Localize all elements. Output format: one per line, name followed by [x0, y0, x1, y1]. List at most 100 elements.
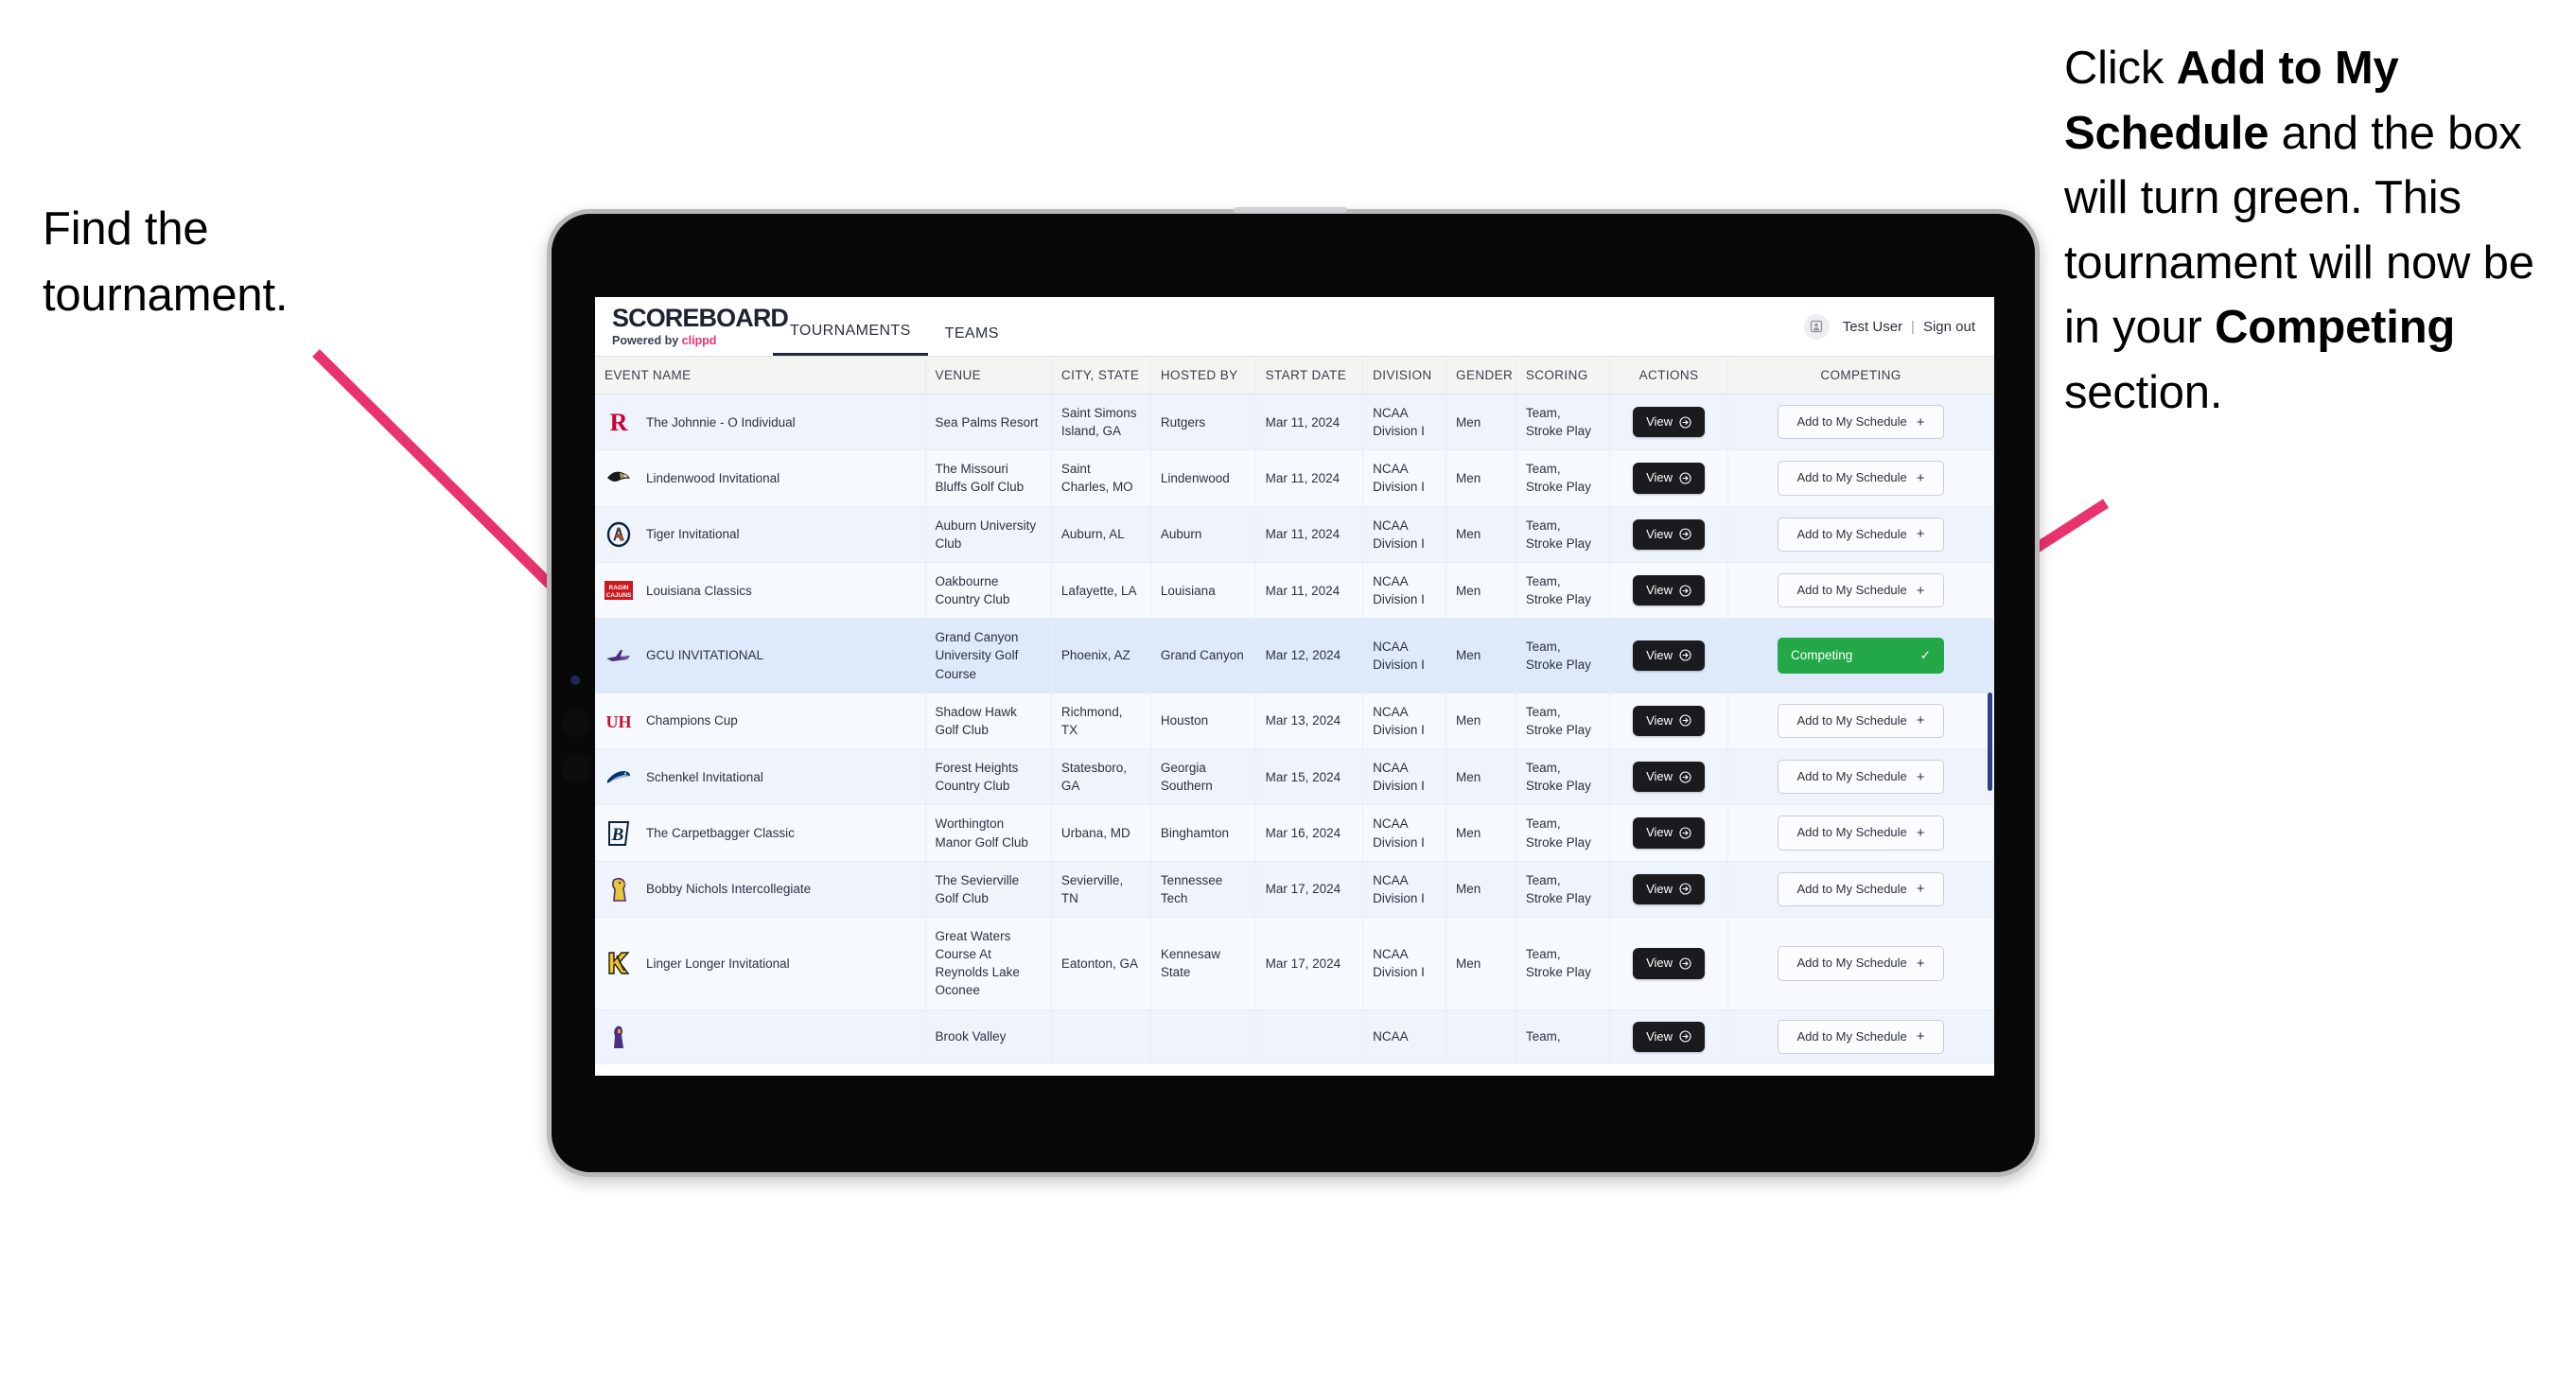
cell-city-state: Richmond, TX: [1051, 693, 1151, 750]
cell-competing: Add to My Schedule +: [1727, 748, 1994, 806]
cell-scoring: Team, Stroke Play: [1516, 449, 1611, 507]
cell-actions: View: [1609, 394, 1728, 451]
competing-badge-button[interactable]: Competing ✓: [1778, 638, 1944, 674]
binghamton-logo-icon: B: [605, 819, 633, 848]
view-button[interactable]: View: [1633, 817, 1706, 849]
louisiana-logo-icon: RAGIN CAJUNS: [605, 576, 633, 605]
view-button[interactable]: View: [1633, 574, 1706, 606]
cell-hosted-by: Grand Canyon: [1150, 618, 1256, 693]
table-row[interactable]: Tiger Invitational Auburn University Club…: [595, 506, 1994, 563]
annotation-right: Click Add to My Schedule and the box wil…: [2064, 36, 2576, 426]
cell-hosted-by: Kennesaw State: [1150, 917, 1256, 1010]
cell-gender: Men: [1446, 861, 1516, 918]
view-button-label: View: [1646, 712, 1674, 728]
brand-powered-prefix: Powered by: [612, 334, 682, 347]
table-row[interactable]: Brook Valley NCAA Team, View Add to My Sched…: [595, 1009, 1994, 1065]
cell-scoring: Team, Stroke Play: [1516, 861, 1611, 918]
col-competing: COMPETING: [1727, 357, 1994, 395]
col-actions: ACTIONS: [1609, 357, 1728, 395]
view-button[interactable]: View: [1633, 640, 1706, 672]
ecu-logo-icon: [605, 1023, 633, 1051]
arrow-right-circle-icon: [1679, 771, 1691, 783]
cell-venue: Shadow Hawk Golf Club: [925, 693, 1052, 750]
competing-label: Competing: [1791, 648, 1853, 663]
view-button[interactable]: View: [1633, 1021, 1706, 1053]
auburn-logo-icon: [605, 520, 633, 549]
event-name-label: The Johnnie - O Individual: [646, 414, 796, 430]
col-division: DIVISION: [1362, 357, 1447, 395]
table-row[interactable]: Bobby Nichols Intercollegiate The Sevierv…: [595, 861, 1994, 918]
sign-out-link[interactable]: Sign out: [1923, 319, 1975, 335]
cell-hosted-by: Tennessee Tech: [1150, 861, 1256, 918]
cell-start-date: Mar 13, 2024: [1255, 693, 1364, 750]
cell-actions: View: [1609, 861, 1728, 918]
cell-actions: View: [1609, 1009, 1728, 1065]
cell-division: NCAA Division I: [1362, 804, 1447, 862]
add-to-my-schedule-button[interactable]: Add to My Schedule +: [1778, 461, 1944, 496]
table-row[interactable]: GCU INVITATIONAL Grand Canyon University …: [595, 618, 1994, 693]
add-to-my-schedule-button[interactable]: Add to My Schedule +: [1778, 816, 1944, 851]
table-row[interactable]: UH Champions Cup Shadow Hawk Golf Club Rich…: [595, 693, 1994, 750]
avatar[interactable]: [1803, 313, 1830, 340]
plus-icon: +: [1916, 881, 1925, 898]
cell-city-state: Lafayette, LA: [1051, 562, 1151, 620]
add-to-my-schedule-button[interactable]: Add to My Schedule +: [1778, 572, 1944, 608]
vertical-scrollbar-thumb[interactable]: [1988, 693, 1992, 791]
tennesseetech-logo-icon: [605, 875, 633, 904]
tablet-top-speaker: [1234, 207, 1348, 213]
view-button[interactable]: View: [1633, 873, 1706, 905]
cell-gender: Men: [1446, 917, 1516, 1010]
cell-division: NCAA Division I: [1362, 618, 1447, 693]
view-button-label: View: [1646, 825, 1674, 840]
view-button[interactable]: View: [1633, 518, 1706, 550]
cell-hosted-by: Louisiana: [1150, 562, 1256, 620]
svg-text:RAGIN: RAGIN: [609, 585, 629, 591]
add-to-my-schedule-label: Add to My Schedule: [1796, 881, 1907, 896]
cell-scoring: Team, Stroke Play: [1516, 394, 1611, 451]
cell-gender: Men: [1446, 693, 1516, 750]
view-button-label: View: [1646, 1028, 1674, 1044]
cell-venue: Brook Valley: [925, 1009, 1052, 1065]
add-to-my-schedule-button[interactable]: Add to My Schedule +: [1778, 946, 1944, 981]
arrow-right-circle-icon: [1679, 1030, 1691, 1043]
cell-gender: Men: [1446, 804, 1516, 862]
view-button[interactable]: View: [1633, 948, 1706, 979]
cell-hosted-by: Lindenwood: [1150, 449, 1256, 507]
svg-text:R: R: [610, 409, 628, 435]
tablet-camera-icon: [570, 675, 580, 685]
tablet-side-button-upper[interactable]: [561, 708, 591, 738]
table-row[interactable]: RAGIN CAJUNS Louisiana Classics Oakbourne C…: [595, 562, 1994, 620]
tab-teams[interactable]: TEAMS: [928, 325, 1016, 356]
cell-gender: Men: [1446, 618, 1516, 693]
cell-competing: Add to My Schedule +: [1727, 1009, 1994, 1065]
brand-subtitle: Powered by clippd: [612, 334, 758, 347]
table-row[interactable]: R The Johnnie - O Individual Sea Palms Res…: [595, 394, 1994, 451]
table-row[interactable]: Schenkel Invitational Forest Heights Coun…: [595, 748, 1994, 806]
table-row[interactable]: B The Carpetbagger Classic Worthington Man…: [595, 804, 1994, 862]
add-to-my-schedule-button[interactable]: Add to My Schedule +: [1778, 703, 1944, 739]
add-to-my-schedule-button[interactable]: Add to My Schedule +: [1778, 1019, 1944, 1055]
add-to-my-schedule-button[interactable]: Add to My Schedule +: [1778, 871, 1944, 907]
plus-icon: +: [1916, 469, 1925, 486]
table-row[interactable]: Lindenwood Invitational The Missouri Bluf…: [595, 449, 1994, 507]
col-hosted-by: HOSTED BY: [1150, 357, 1256, 395]
view-button[interactable]: View: [1633, 463, 1706, 494]
add-to-my-schedule-button[interactable]: Add to My Schedule +: [1778, 517, 1944, 552]
add-to-my-schedule-button[interactable]: Add to My Schedule +: [1778, 404, 1944, 440]
cell-scoring: Team, Stroke Play: [1516, 804, 1611, 862]
svg-text:UH: UH: [606, 712, 632, 731]
view-button[interactable]: View: [1633, 705, 1706, 737]
brand-logo[interactable]: SCOREBOARD Powered by clippd: [595, 297, 789, 356]
cell-venue: Forest Heights Country Club: [925, 748, 1052, 806]
add-to-my-schedule-button[interactable]: Add to My Schedule +: [1778, 759, 1944, 795]
tablet-side-button-lower[interactable]: [561, 753, 591, 783]
user-info: Test User | Sign out: [1843, 319, 1975, 335]
nav-tabs: TOURNAMENTS TEAMS: [773, 297, 1016, 356]
cell-actions: View: [1609, 618, 1728, 693]
view-button[interactable]: View: [1633, 406, 1706, 438]
table-row[interactable]: Linger Longer Invitational Great Waters C…: [595, 917, 1994, 1010]
tab-tournaments[interactable]: TOURNAMENTS: [773, 323, 928, 356]
check-icon: ✓: [1919, 648, 1931, 663]
view-button-label: View: [1646, 647, 1674, 662]
view-button[interactable]: View: [1633, 761, 1706, 793]
